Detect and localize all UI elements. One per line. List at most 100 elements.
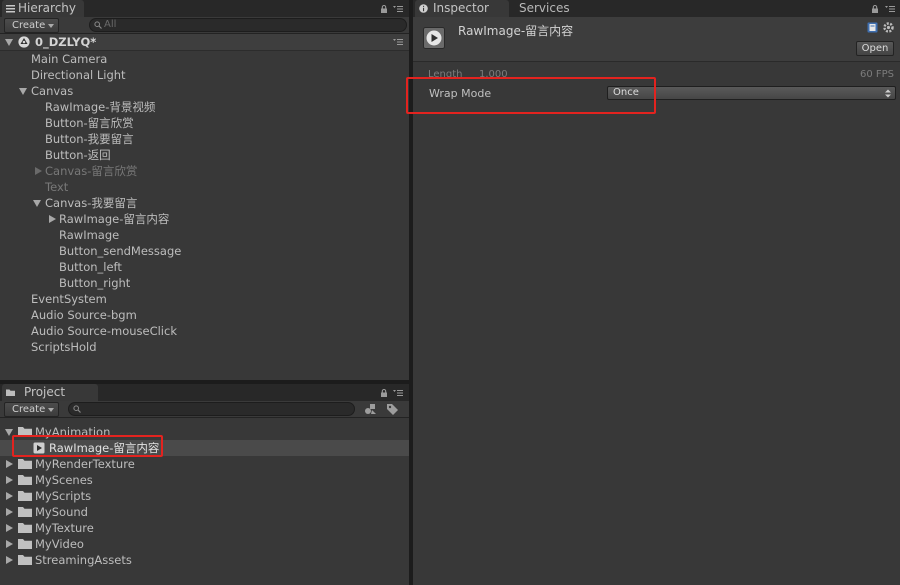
fold-open-icon[interactable] (33, 200, 41, 207)
panel-menu-icon[interactable] (393, 389, 403, 397)
project-folder-mytexture[interactable]: MyTexture (0, 520, 409, 536)
tab-inspector[interactable]: Inspector (415, 0, 509, 17)
item-label: MyVideo (35, 537, 84, 551)
filter-by-label-icon[interactable] (386, 403, 399, 415)
wrap-mode-label: Wrap Mode (429, 87, 492, 100)
panel-menu-icon[interactable] (393, 5, 403, 13)
hierarchy-item-canvas-leave-message[interactable]: Canvas-我要留言 (0, 195, 409, 211)
hierarchy-item-button-send[interactable]: Button_sendMessage (0, 243, 409, 259)
help-book-icon[interactable] (867, 22, 878, 33)
project-folder-myrendertexture[interactable]: MyRenderTexture (0, 456, 409, 472)
hierarchy-item-button-back[interactable]: Button-返回 (0, 147, 409, 163)
hierarchy-item-main-camera[interactable]: Main Camera (0, 51, 409, 67)
fold-closed-icon[interactable] (6, 556, 13, 564)
hierarchy-item-canvas[interactable]: Canvas (0, 83, 409, 99)
item-label: Text (45, 180, 69, 194)
item-label: MyAnimation (35, 425, 111, 439)
horizontal-splitter[interactable] (0, 380, 409, 384)
tab-project[interactable]: Project (2, 384, 98, 401)
item-label: RawImage-留言内容 (49, 441, 160, 455)
tab-hierarchy[interactable]: Hierarchy (2, 0, 84, 17)
fold-closed-icon[interactable] (49, 215, 56, 223)
hierarchy-item-scriptshold[interactable]: ScriptsHold (0, 339, 409, 355)
project-folder-streamingassets[interactable]: StreamingAssets (0, 552, 409, 568)
panel-menu-icon[interactable] (885, 5, 895, 13)
item-label: StreamingAssets (35, 553, 132, 567)
project-item-rawimage-clip[interactable]: RawImage-留言内容 (0, 440, 409, 456)
fold-closed-icon[interactable] (6, 460, 13, 468)
project-folder-mysound[interactable]: MySound (0, 504, 409, 520)
open-button[interactable]: Open (856, 41, 894, 56)
hierarchy-item-button-appreciate[interactable]: Button-留言欣赏 (0, 115, 409, 131)
fold-open-icon[interactable] (19, 88, 27, 95)
project-folder-myscripts[interactable]: MyScripts (0, 488, 409, 504)
scene-header-row[interactable]: 0_DZLYQ* (0, 34, 409, 51)
hierarchy-item-button-left[interactable]: Button_left (0, 259, 409, 275)
scene-menu-icon[interactable] (393, 38, 403, 46)
open-button-label: Open (861, 43, 889, 54)
vertical-splitter[interactable] (409, 0, 413, 585)
fps-label: 60 FPS (859, 69, 894, 80)
item-label: Button-留言欣赏 (45, 116, 134, 130)
search-placeholder: All (104, 19, 117, 30)
create-label: Create (12, 404, 46, 415)
item-label: Button_sendMessage (59, 244, 182, 258)
fold-closed-icon[interactable] (6, 540, 13, 548)
item-label: Button-我要留言 (45, 132, 134, 146)
info-icon (419, 4, 428, 13)
wrap-mode-dropdown[interactable]: Once (607, 86, 896, 100)
hierarchy-item-rawimage-bg[interactable]: RawImage-背景视频 (0, 99, 409, 115)
chevron-down-icon (48, 24, 54, 28)
lock-icon[interactable] (380, 389, 388, 397)
folder-icon (18, 459, 32, 469)
hierarchy-item-rawimage-content[interactable]: RawImage-留言内容 (0, 211, 409, 227)
item-label: Canvas (31, 84, 74, 98)
hierarchy-item-text[interactable]: Text (0, 179, 409, 195)
hierarchy-item-button-right[interactable]: Button_right (0, 275, 409, 291)
item-label: Audio Source-bgm (31, 308, 137, 322)
tab-services-label: Services (519, 1, 570, 15)
chevron-down-icon (48, 408, 54, 412)
hierarchy-toolbar: Create All (0, 17, 409, 34)
project-folder-myanimation[interactable]: MyAnimation (0, 424, 409, 440)
fold-closed-icon[interactable] (6, 524, 13, 532)
filter-by-type-icon[interactable] (364, 403, 377, 415)
project-search-input[interactable] (68, 402, 355, 416)
hierarchy-panel: Hierarchy Create All 0_DZLYQ* Main Camer… (0, 0, 409, 380)
hierarchy-item-directional-light[interactable]: Directional Light (0, 67, 409, 83)
project-folder-myscenes[interactable]: MyScenes (0, 472, 409, 488)
tab-services[interactable]: Services (519, 0, 589, 17)
fold-closed-icon[interactable] (35, 167, 42, 175)
fold-closed-icon[interactable] (6, 492, 13, 500)
hierarchy-create-button[interactable]: Create (4, 18, 59, 33)
item-label: EventSystem (31, 292, 107, 306)
hierarchy-item-canvas-appreciate[interactable]: Canvas-留言欣赏 (0, 163, 409, 179)
fold-closed-icon[interactable] (6, 508, 13, 516)
folder-icon (18, 539, 32, 549)
folder-icon (18, 523, 32, 533)
hierarchy-item-audio-bgm[interactable]: Audio Source-bgm (0, 307, 409, 323)
item-label: MyScripts (35, 489, 92, 503)
hierarchy-search-input[interactable]: All (89, 18, 407, 32)
hierarchy-item-rawimage[interactable]: RawImage (0, 227, 409, 243)
hierarchy-item-eventsystem[interactable]: EventSystem (0, 291, 409, 307)
project-create-button[interactable]: Create (4, 402, 59, 417)
lock-icon[interactable] (380, 5, 388, 13)
item-label: Canvas-留言欣赏 (45, 164, 138, 178)
hierarchy-item-button-leave-message[interactable]: Button-我要留言 (0, 131, 409, 147)
fold-open-icon[interactable] (5, 39, 13, 46)
item-label: Main Camera (31, 52, 108, 66)
fold-closed-icon[interactable] (6, 476, 13, 484)
fold-open-icon[interactable] (5, 429, 13, 436)
search-icon (73, 405, 81, 413)
project-folder-myvideo[interactable]: MyVideo (0, 536, 409, 552)
gear-icon[interactable] (882, 21, 895, 34)
item-label: RawImage-留言内容 (59, 212, 170, 226)
item-label: MyScenes (35, 473, 93, 487)
lock-icon[interactable] (871, 5, 879, 13)
scene-name: 0_DZLYQ* (35, 35, 97, 49)
search-icon (94, 21, 102, 29)
wrap-mode-value: Once (613, 87, 639, 98)
hierarchy-item-audio-click[interactable]: Audio Source-mouseClick (0, 323, 409, 339)
animation-clip-icon (423, 27, 445, 49)
